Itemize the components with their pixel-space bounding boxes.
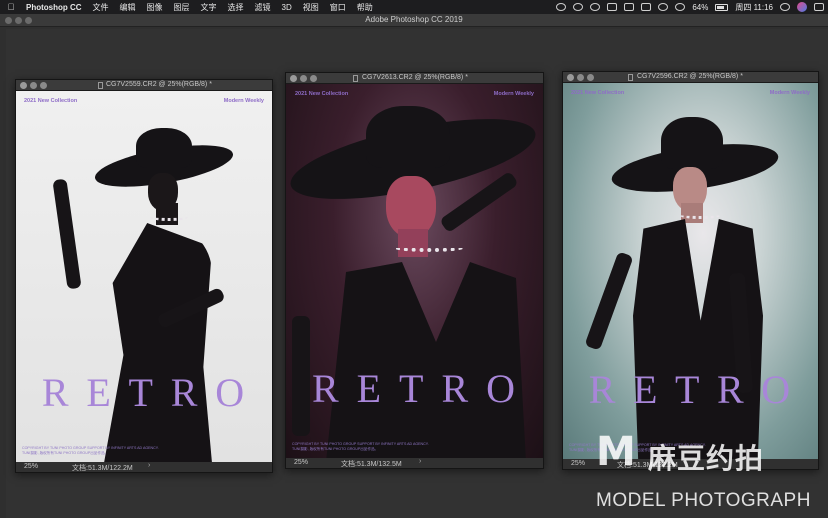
poster-letter: R <box>441 366 471 411</box>
menu-help[interactable]: 帮助 <box>357 2 373 13</box>
poster-letter: R <box>311 366 341 411</box>
file-icon <box>353 75 358 82</box>
menu-3d[interactable]: 3D <box>282 3 292 12</box>
app-title-bar: Adobe Photoshop CC 2019 <box>0 14 828 27</box>
poster-letter: E <box>86 370 113 415</box>
document-window-2[interactable]: CG7V2613.CR2 @ 25%(RGB/8) * 2021 New Col… <box>285 72 544 469</box>
wechat-icon[interactable] <box>573 3 584 11</box>
battery-percent: 64% <box>692 2 709 12</box>
close-button[interactable] <box>20 82 27 89</box>
menu-view[interactable]: 视图 <box>303 2 319 13</box>
minimize-button[interactable] <box>300 75 307 82</box>
poster-letter: O <box>215 370 247 415</box>
document-window-1[interactable]: CG7V2559.CR2 @ 25%(RGB/8) * 2021 New Col… <box>15 79 273 473</box>
menu-image[interactable]: 图像 <box>147 2 163 13</box>
watermark-cn-text: 麻豆约拍 <box>648 443 765 474</box>
minimize-button[interactable] <box>577 74 584 81</box>
poster-letter: R <box>41 370 71 415</box>
siri-icon[interactable] <box>797 2 807 12</box>
zoom-button[interactable] <box>587 74 594 81</box>
document-title-bar[interactable]: CG7V2613.CR2 @ 25%(RGB/8) * <box>286 73 543 84</box>
poster-letter: O <box>761 367 793 412</box>
close-button[interactable] <box>567 74 574 81</box>
screen:  Photoshop CC 文件 编辑 图像 图层 文字 选择 滤镜 3D 视… <box>0 0 828 518</box>
document-status-bar: 25% 文档:51.3M/132.5M › <box>286 458 543 468</box>
poster-letter: R <box>717 367 746 412</box>
watermark-en-text: MODEL PHOTOGRAPH <box>596 490 811 511</box>
poster-letter: R <box>170 370 200 415</box>
poster-letter: E <box>633 367 660 412</box>
canvas[interactable]: 2021 New Collection Modern Weekly R E T … <box>16 91 272 462</box>
watermark-logo-mark: M <box>596 429 636 475</box>
minimize-button[interactable] <box>30 82 37 89</box>
menu-bar:  Photoshop CC 文件 编辑 图像 图层 文字 选择 滤镜 3D 视… <box>0 0 828 14</box>
close-button[interactable] <box>290 75 297 82</box>
poster-copyright: COPYRIGHT BY TUNI PHOTO GROUP SUPPORT BY… <box>292 442 429 451</box>
apple-menu-icon[interactable]:  <box>6 2 16 12</box>
canvas[interactable]: 2021 New Collection Modern Weekly R E T … <box>563 83 818 459</box>
poster-letter: T <box>399 366 426 411</box>
poster-letter: R <box>588 367 618 412</box>
document-window-3[interactable]: CG7V2596.CR2 @ 25%(RGB/8) * 2021 New Col… <box>562 71 819 470</box>
menu-edit[interactable]: 编辑 <box>120 2 136 13</box>
display-icon[interactable] <box>607 3 618 11</box>
status-menu-chevron-icon[interactable]: › <box>148 462 150 469</box>
zoom-level[interactable]: 25% <box>24 463 38 470</box>
document-title-bar[interactable]: CG7V2559.CR2 @ 25%(RGB/8) * <box>16 80 272 91</box>
menu-filter[interactable]: 滤镜 <box>255 2 271 13</box>
qq-icon[interactable] <box>590 3 601 11</box>
wifi-icon[interactable] <box>675 3 686 11</box>
poster-letter: E <box>356 366 384 411</box>
document-size: 文档:51.3M/122.2M <box>72 465 133 472</box>
search-icon[interactable] <box>780 3 790 11</box>
notification-center-icon[interactable] <box>814 3 824 11</box>
menu-window[interactable]: 窗口 <box>330 2 346 13</box>
poster-letter: T <box>675 367 702 412</box>
zoom-button[interactable] <box>310 75 317 82</box>
canvas[interactable]: 2021 New Collection Modern Weekly R E T … <box>286 84 543 458</box>
poster-title-retro: R E T R O <box>563 366 818 413</box>
document-size: 文档:51.3M/132.5M <box>341 461 402 468</box>
app-menu[interactable]: Photoshop CC <box>26 3 82 12</box>
document-status-bar: 25% 文档:51.3M/122.2M › <box>16 462 272 472</box>
zoom-level[interactable]: 25% <box>294 459 308 466</box>
poster-letter: T <box>128 370 155 415</box>
menu-select[interactable]: 选择 <box>228 2 244 13</box>
document-title: CG7V2559.CR2 @ 25%(RGB/8) * <box>106 81 212 88</box>
status-menu-chevron-icon[interactable]: › <box>419 458 421 465</box>
eye-icon[interactable] <box>556 3 567 11</box>
document-title: CG7V2596.CR2 @ 25%(RGB/8) * <box>637 73 743 80</box>
poster-title-retro: R E T R O <box>16 369 272 416</box>
status-area: 64% 周四 11:16 <box>556 0 824 14</box>
menu-type[interactable]: 文字 <box>201 2 217 13</box>
zoom-button[interactable] <box>40 82 47 89</box>
menu-file[interactable]: 文件 <box>93 2 109 13</box>
file-icon <box>98 82 103 89</box>
poster-copyright: COPYRIGHT BY TUNI PHOTO GROUP SUPPORT BY… <box>22 446 159 455</box>
menu-layer[interactable]: 图层 <box>174 2 190 13</box>
document-title-bar[interactable]: CG7V2596.CR2 @ 25%(RGB/8) * <box>563 72 818 83</box>
upload-icon[interactable] <box>624 3 635 11</box>
app-window-title: Adobe Photoshop CC 2019 <box>365 15 463 24</box>
watermark-logo: M 麻豆约拍 <box>596 429 818 477</box>
document-title: CG7V2613.CR2 @ 25%(RGB/8) * <box>362 74 468 81</box>
file-icon <box>628 74 633 81</box>
menu-clock[interactable]: 周四 11:16 <box>735 2 773 13</box>
zoom-level[interactable]: 25% <box>571 460 585 467</box>
poster-letter: O <box>486 366 517 411</box>
input-method-icon[interactable] <box>641 3 652 11</box>
battery-icon[interactable] <box>715 3 729 11</box>
poster-title-retro: R E T R O <box>286 365 543 412</box>
bluetooth-icon[interactable] <box>658 3 669 11</box>
